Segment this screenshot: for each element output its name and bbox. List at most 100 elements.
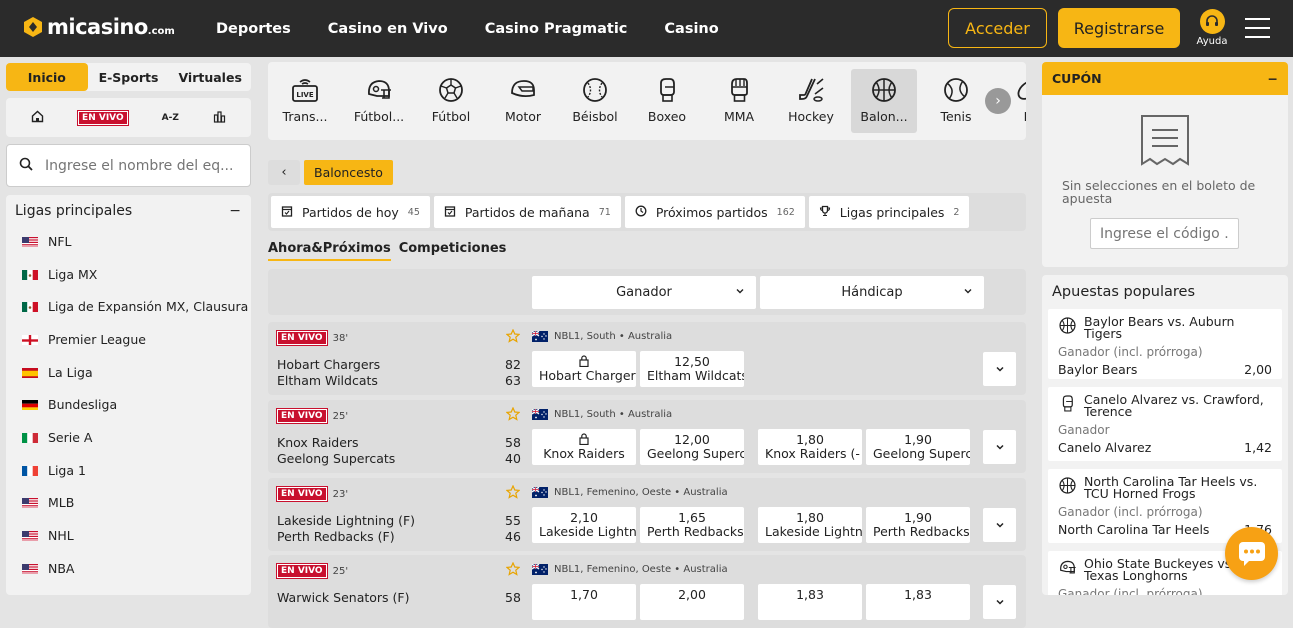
league-item[interactable]: Liga 1 — [6, 454, 251, 487]
chevron-right-icon[interactable]: › — [985, 88, 1011, 114]
sport-racing-helmet[interactable]: Motor — [490, 69, 556, 133]
league-name: Liga MX — [48, 267, 97, 282]
trophy-icon — [819, 205, 831, 220]
boxing-glove-icon — [634, 76, 700, 104]
league-item[interactable]: MLB — [6, 487, 251, 520]
odds-button[interactable]: 1,83 — [758, 584, 862, 620]
filter-count: 162 — [777, 207, 795, 218]
filter-chip[interactable]: Próximos partidos162 — [625, 196, 805, 228]
filter-chip[interactable]: Partidos de hoy45 — [271, 196, 430, 228]
sport-boxing-glove[interactable]: Boxeo — [634, 69, 700, 133]
expand-market-button[interactable] — [983, 352, 1016, 386]
sport-baseball[interactable]: Béisbol — [562, 69, 628, 133]
odds-button[interactable]: Knox Raiders — [532, 429, 636, 465]
sport-basketball[interactable]: Balon... — [851, 69, 917, 133]
favorite-star-icon[interactable] — [506, 562, 520, 579]
league-item[interactable]: NBA — [6, 552, 251, 585]
tab-esports[interactable]: E-Sports — [88, 63, 170, 91]
popular-bet-card[interactable]: Canelo Alvarez vs. Crawford, TerenceGana… — [1048, 387, 1282, 461]
odds-button[interactable]: 1,70 — [532, 584, 636, 620]
away-team[interactable]: Perth Redbacks (F) — [277, 529, 395, 544]
odds-button[interactable]: 1,90Geelong Supercats — [866, 429, 970, 465]
popular-bet-card[interactable]: Baylor Bears vs. Auburn TigersGanador (i… — [1048, 309, 1282, 379]
help-button[interactable]: Ayuda — [1194, 9, 1230, 47]
league-item[interactable]: La Liga — [6, 356, 251, 389]
favorite-star-icon[interactable] — [506, 485, 520, 502]
odds-button[interactable]: 1,90Perth Redbacks — [866, 507, 970, 543]
favorite-star-icon[interactable] — [506, 329, 520, 346]
expand-market-button[interactable] — [983, 430, 1016, 464]
popular-match: Canelo Alvarez vs. Crawford, Terence — [1058, 394, 1272, 418]
odds-button[interactable]: 12,00Geelong Supercats — [640, 429, 744, 465]
filter-chip[interactable]: Partidos de mañana71 — [434, 196, 621, 228]
league-label: NBL1, South • Australia — [554, 409, 672, 420]
sport-mma-glove[interactable]: MMA — [706, 69, 772, 133]
tab-competitions[interactable]: Competiciones — [399, 241, 507, 261]
nav-casino-en-vivo[interactable]: Casino en Vivo — [328, 21, 448, 37]
home-icon[interactable] — [31, 110, 44, 126]
odds-button[interactable]: 12,50Eltham Wildcats — [640, 351, 744, 387]
home-team[interactable]: Knox Raiders — [277, 435, 359, 450]
odds-button[interactable]: 2,10Lakeside Lightning — [532, 507, 636, 543]
home-team[interactable]: Hobart Chargers — [277, 357, 380, 372]
league-name: Liga 1 — [48, 463, 86, 478]
league-item[interactable]: Liga de Expansión MX, Clausura — [6, 290, 251, 323]
search-input[interactable] — [45, 158, 235, 174]
breadcrumb-current[interactable]: Baloncesto — [304, 160, 393, 185]
filter-chip[interactable]: Ligas principales2 — [809, 196, 970, 228]
odds-button[interactable]: 1,80Lakeside Lightning — [758, 507, 862, 543]
promo-code-input[interactable] — [1090, 218, 1239, 249]
flag-mx-icon — [22, 301, 38, 312]
market-select-handicap[interactable]: Hándicap — [760, 276, 984, 309]
collapse-icon[interactable]: − — [1268, 71, 1278, 86]
odds-button[interactable]: 1,83 — [866, 584, 970, 620]
back-button[interactable]: ‹ — [268, 160, 300, 185]
login-button[interactable]: Acceder — [948, 8, 1047, 48]
nav-casino[interactable]: Casino — [664, 21, 718, 37]
nav-deportes[interactable]: Deportes — [216, 21, 291, 37]
tab-inicio[interactable]: Inicio — [6, 63, 88, 91]
odds-button[interactable]: 2,00 — [640, 584, 744, 620]
nav-casino-pragmatic[interactable]: Casino Pragmatic — [485, 21, 628, 37]
sport-american-football-helmet[interactable]: Fútbol... — [346, 69, 412, 133]
away-team[interactable]: Eltham Wildcats — [277, 373, 378, 388]
live-filter-badge[interactable]: EN VIVO — [78, 111, 128, 125]
sport-tennis-ball[interactable]: Tenis — [923, 69, 989, 133]
register-button[interactable]: Registrarse — [1058, 8, 1180, 48]
league-item[interactable]: Liga MX — [6, 258, 251, 291]
tab-now-upcoming[interactable]: Ahora&Próximos — [268, 241, 391, 261]
sport-hockey-stick[interactable]: Hockey — [778, 69, 844, 133]
odds-button[interactable]: 1,65Perth Redbacks — [640, 507, 744, 543]
sport-soccer-ball[interactable]: Fútbol — [418, 69, 484, 133]
flag-de-icon — [22, 399, 38, 410]
league-item[interactable]: Bundesliga — [6, 388, 251, 421]
tab-virtuales[interactable]: Virtuales — [169, 63, 251, 91]
market-select-winner[interactable]: Ganador — [532, 276, 756, 309]
favorite-star-icon[interactable] — [506, 407, 520, 424]
expand-market-button[interactable] — [983, 508, 1016, 542]
league-item[interactable]: NHL — [6, 519, 251, 552]
bet-slip-header[interactable]: CUPÓN − — [1042, 62, 1288, 95]
sport-live-tv[interactable]: LIVETrans... — [272, 69, 338, 133]
odds-button[interactable]: 1,80Knox Raiders (- — [758, 429, 862, 465]
left-tabs: Inicio E-Sports Virtuales — [6, 63, 251, 91]
home-team[interactable]: Warwick Senators (F) — [277, 590, 409, 605]
league-item[interactable]: Premier League — [6, 323, 251, 356]
league-item[interactable]: Serie A — [6, 421, 251, 454]
odds-button[interactable]: Hobart Chargers — [532, 351, 636, 387]
bet-slip-title: CUPÓN — [1052, 71, 1102, 86]
menu-icon[interactable] — [1245, 18, 1270, 38]
baseball-icon — [562, 76, 628, 104]
league-item[interactable]: NFL — [6, 225, 251, 258]
team-search — [6, 144, 251, 187]
collapse-icon[interactable]: − — [229, 203, 241, 219]
leagues-header[interactable]: Ligas principales− — [6, 195, 251, 225]
expand-market-button[interactable] — [983, 585, 1016, 619]
logo[interactable]: micasino.com — [22, 15, 175, 39]
away-team[interactable]: Geelong Supercats — [277, 451, 395, 466]
az-sort-icon[interactable]: A-Z — [162, 113, 179, 123]
home-team[interactable]: Lakeside Lightning (F) — [277, 513, 415, 528]
stats-icon[interactable] — [213, 110, 226, 126]
chat-button[interactable] — [1225, 527, 1278, 580]
flag-es-icon — [22, 367, 38, 378]
